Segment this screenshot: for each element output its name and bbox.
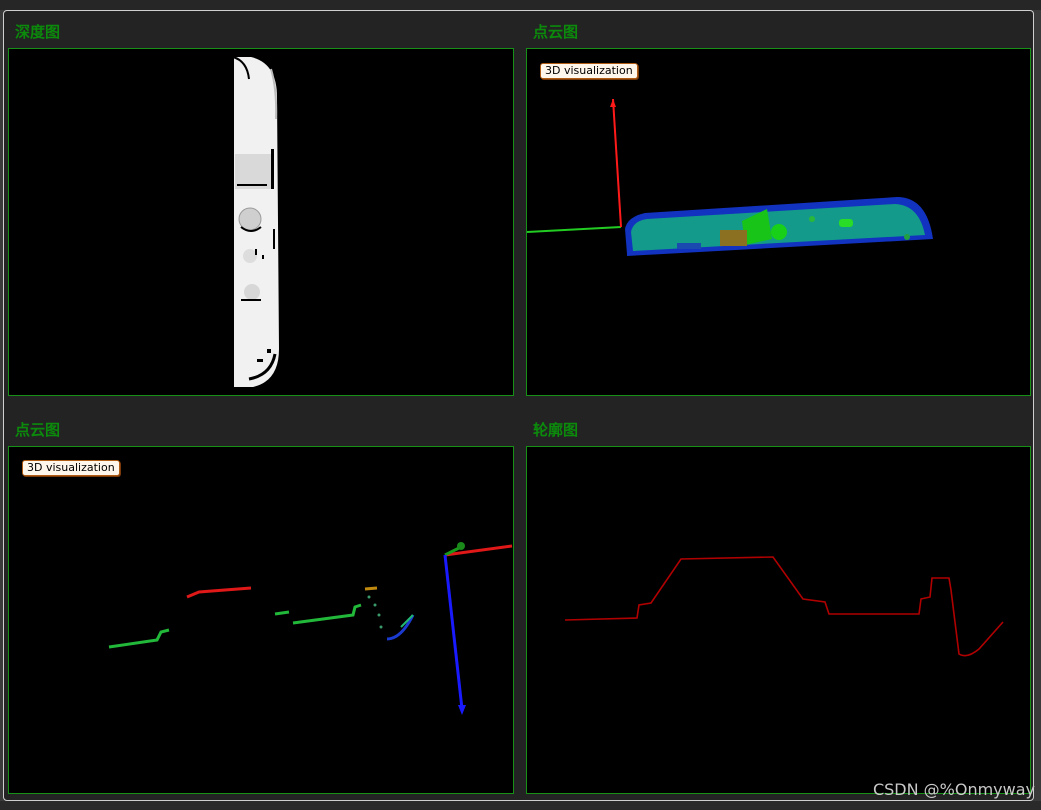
contour-panel-title: 轮廓图 [533, 421, 579, 439]
cloud-top-render [527, 98, 933, 256]
window-top-strip [0, 0, 1041, 10]
cloud-bottom-visualization-label: 3D visualization [22, 460, 120, 476]
watermark-text: CSDN @%Onmyway [872, 780, 1035, 799]
axis-z-line [443, 554, 464, 710]
depth-panel[interactable] [8, 48, 514, 396]
axis-x-line [612, 98, 622, 228]
cloud-bottom-render [108, 542, 513, 715]
window-bottom-strip [0, 801, 1041, 810]
cloud-top-panel-title: 点云图 [533, 23, 579, 41]
axis-y-line [527, 226, 622, 233]
cloud-top-visualization-label: 3D visualization [540, 63, 638, 79]
cloud-top-panel[interactable]: 3D visualization [526, 48, 1031, 396]
depth-panel-title: 深度图 [15, 23, 61, 41]
contour-panel[interactable] [526, 446, 1031, 794]
cloud-bottom-panel[interactable]: 3D visualization [8, 446, 514, 794]
cloud-bottom-panel-title: 点云图 [15, 421, 61, 439]
contour-line [564, 556, 1004, 657]
depth-image [232, 56, 279, 387]
contour-plot [564, 556, 1004, 657]
